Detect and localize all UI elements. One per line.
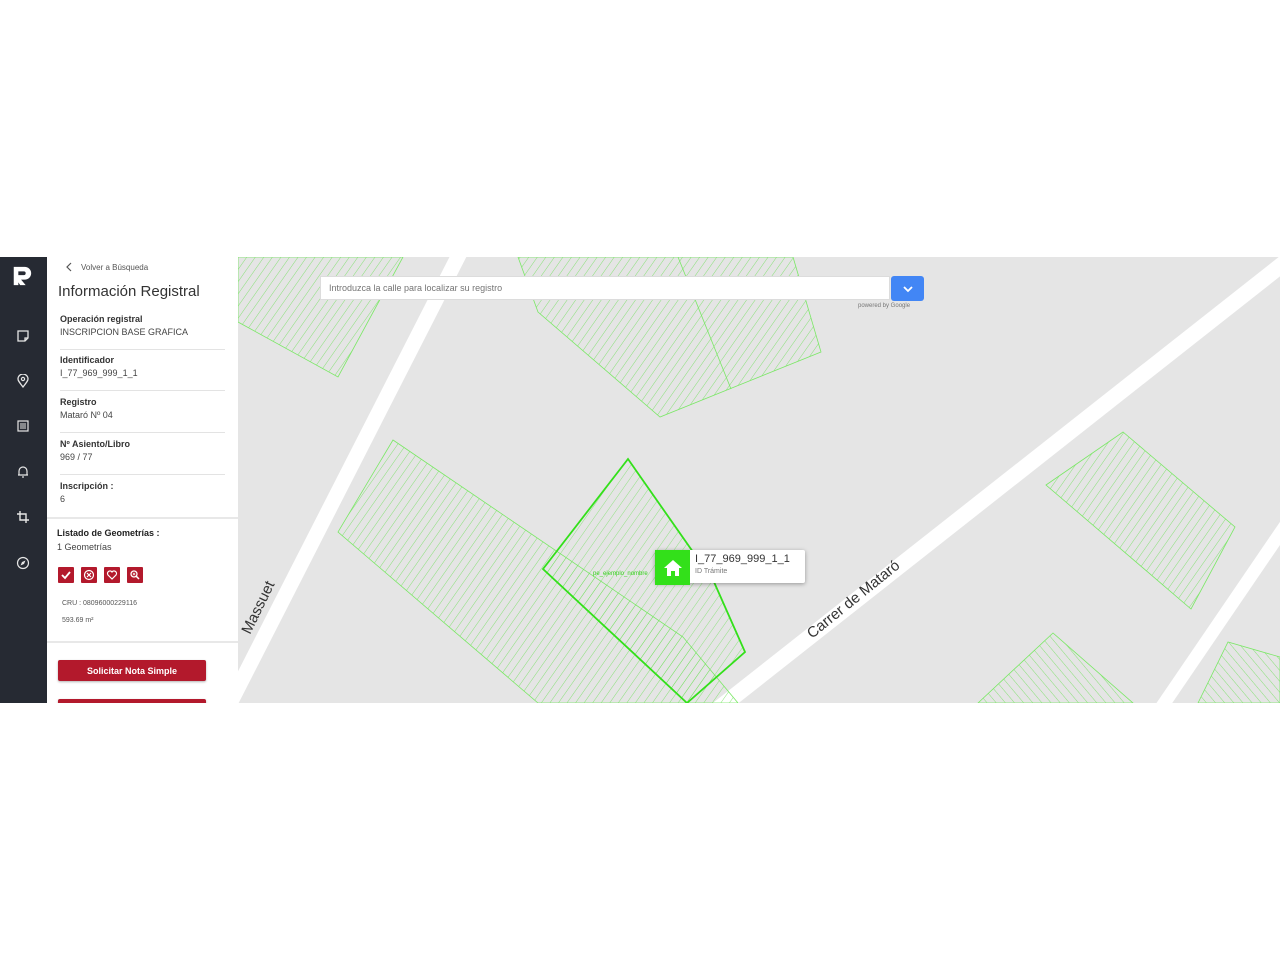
- parcel: [977, 632, 1134, 703]
- divider: [60, 390, 225, 391]
- location-pin-icon[interactable]: [12, 370, 34, 392]
- chevron-left-icon: [66, 262, 72, 272]
- field-inscription: Inscripción : 6: [60, 480, 225, 506]
- field-label: Identificador: [60, 355, 115, 365]
- back-label: Volver a Búsqueda: [81, 262, 149, 272]
- field-label: Inscripción :: [60, 481, 114, 491]
- request-simple-note-button[interactable]: Solicitar Nota Simple: [58, 660, 206, 681]
- page-title: Información Registral: [58, 283, 200, 300]
- field-label: Operación registral: [60, 314, 143, 324]
- field-value: 6: [60, 494, 66, 504]
- area-value: 593.69 m²: [62, 617, 94, 624]
- field-identifier: Identificador I_77_969_999_1_1: [60, 354, 225, 380]
- crop-icon[interactable]: [12, 506, 34, 528]
- popup-id: I_77_969_999_1_1: [695, 553, 790, 565]
- zoom-icon[interactable]: [127, 567, 143, 583]
- bell-icon[interactable]: [12, 461, 34, 483]
- registry-info-panel: Volver a Búsqueda Información Registral …: [47, 257, 238, 703]
- address-search-input[interactable]: [320, 276, 890, 300]
- check-icon[interactable]: [58, 567, 74, 583]
- divider: [60, 432, 225, 433]
- back-to-search-link[interactable]: Volver a Búsqueda: [65, 262, 148, 272]
- section-divider: [47, 517, 238, 519]
- field-value: I_77_969_999_1_1: [60, 368, 138, 378]
- geometries-count: 1 Geometrías: [57, 542, 112, 552]
- geometries-title: Listado de Geometrías :: [57, 528, 160, 538]
- divider: [60, 349, 225, 350]
- chevron-down-icon: [902, 285, 913, 292]
- cru-code: CRU : 08096000229116: [62, 600, 137, 607]
- parcel: [1045, 431, 1236, 610]
- cancel-circle-icon[interactable]: [81, 567, 97, 583]
- field-operation: Operación registral INSCRIPCION BASE GRA…: [60, 313, 225, 339]
- parcel-small-label: pe_ejemplo_nombre: [593, 571, 648, 577]
- home-icon: [655, 550, 690, 585]
- powered-by-google: powered by Google: [858, 303, 911, 309]
- section-divider: [47, 641, 238, 643]
- list-icon[interactable]: [12, 415, 34, 437]
- map-canvas: Massuet Carrer de Mataró: [238, 257, 1280, 703]
- parcel-popup[interactable]: I_77_969_999_1_1 ID Trámite: [655, 550, 805, 585]
- popup-subtitle: ID Trámite: [695, 568, 728, 575]
- compass-icon[interactable]: [12, 552, 34, 574]
- field-value: 969 / 77: [60, 452, 93, 462]
- secondary-action-button[interactable]: [58, 699, 206, 703]
- search-dropdown-button[interactable]: [891, 276, 924, 301]
- field-value: INSCRIPCION BASE GRAFICA: [60, 327, 189, 337]
- parcel: [1197, 641, 1280, 703]
- field-registry: Registro Mataró Nº 04: [60, 396, 225, 422]
- note-icon[interactable]: [12, 325, 34, 347]
- app-logo-icon[interactable]: [10, 264, 34, 288]
- field-label: Registro: [60, 397, 97, 407]
- map-view[interactable]: Massuet Carrer de Mataró pe_ejemplo_nomb…: [238, 257, 1280, 703]
- divider: [60, 474, 225, 475]
- street-label-mataro: Carrer de Mataró: [804, 557, 903, 642]
- field-entry-book: Nº Asiento/Libro 969 / 77: [60, 438, 225, 464]
- field-value: Mataró Nº 04: [60, 410, 113, 420]
- parcel: [238, 257, 404, 378]
- field-label: Nº Asiento/Libro: [60, 439, 130, 449]
- app-window: Volver a Búsqueda Información Registral …: [0, 257, 1280, 703]
- heart-icon[interactable]: [104, 567, 120, 583]
- icon-rail: [0, 257, 47, 703]
